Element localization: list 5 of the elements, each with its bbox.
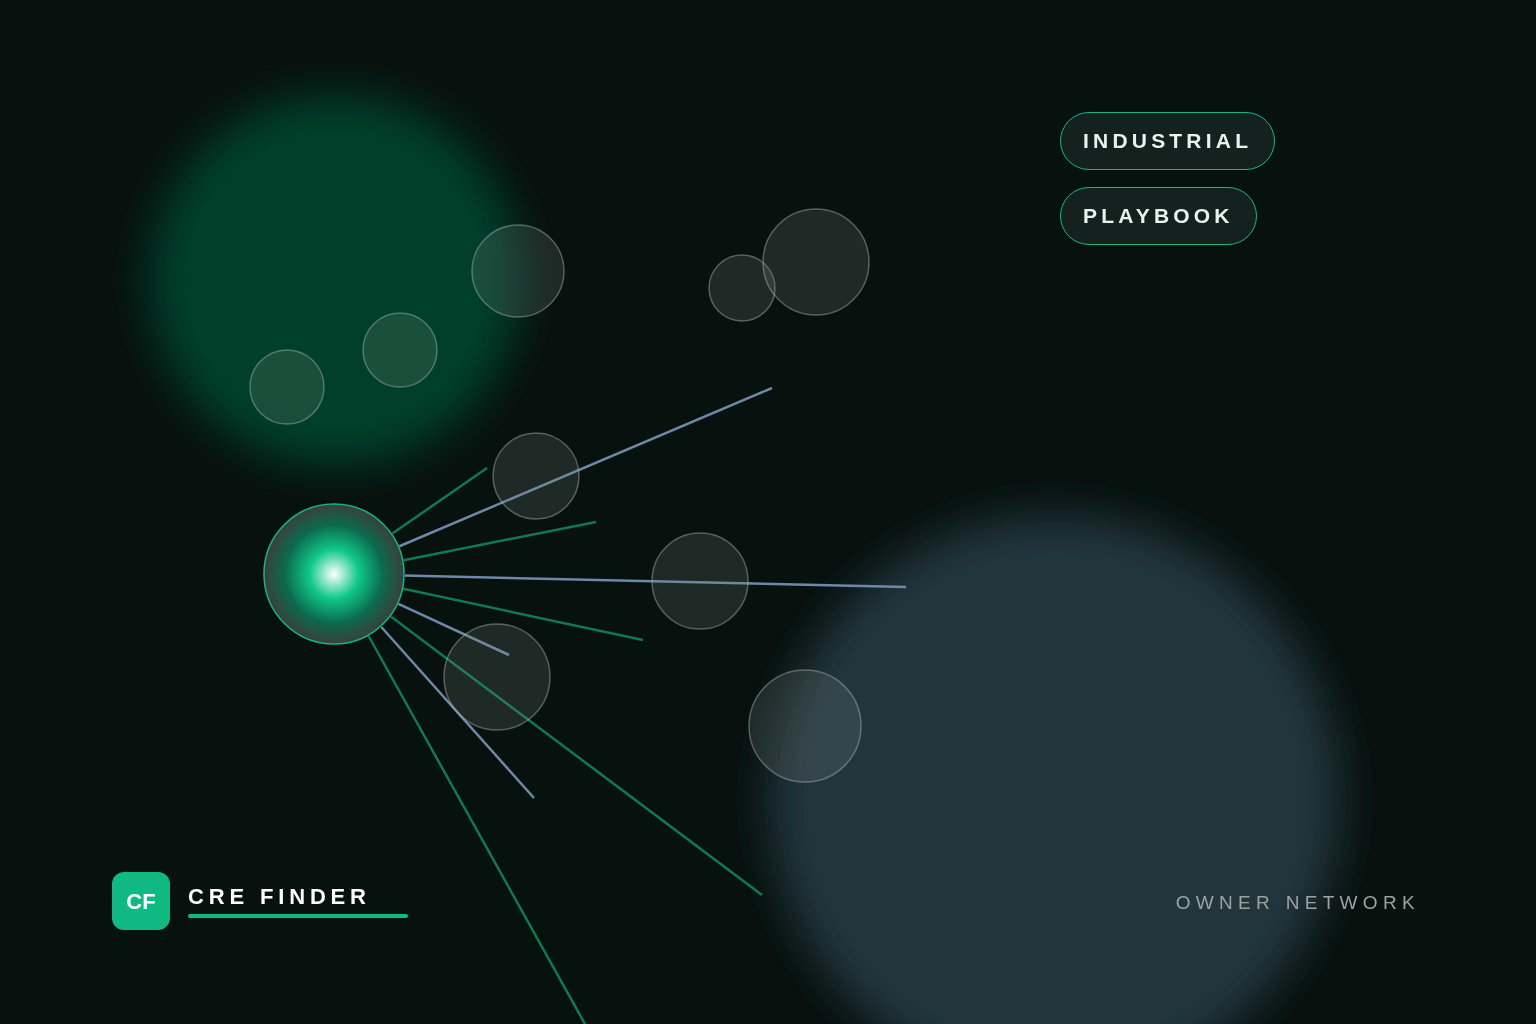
- brand-name: CRE FINDER: [188, 886, 372, 908]
- tag-pill: PLAYBOOK: [1060, 187, 1257, 245]
- logo-mark: CF: [112, 872, 170, 930]
- tag-pill: INDUSTRIAL: [1060, 112, 1276, 170]
- caption: OWNER NETWORK: [1175, 893, 1420, 912]
